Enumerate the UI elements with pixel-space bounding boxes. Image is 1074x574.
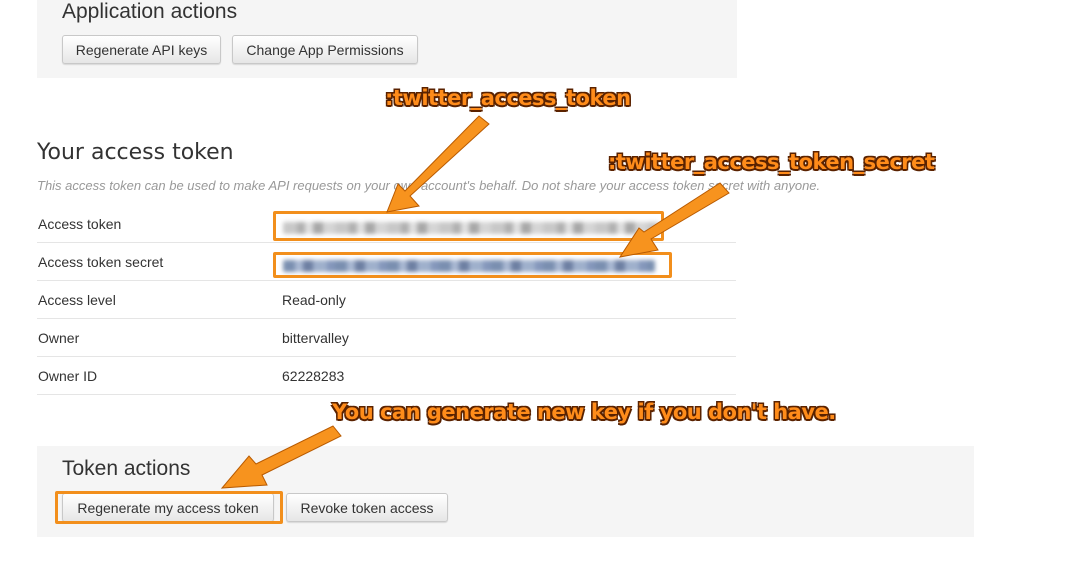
arrow-to-token-secret-icon	[618, 182, 730, 258]
annotation-generate-key: You can generate new key if you don't ha…	[332, 400, 836, 424]
arrow-to-regenerate-icon	[220, 425, 342, 489]
arrow-to-access-token-icon	[386, 115, 490, 213]
annotation-access-token-secret: :twitter_access_token_secret	[608, 150, 935, 174]
annotation-access-token: :twitter_access_token	[385, 86, 631, 110]
